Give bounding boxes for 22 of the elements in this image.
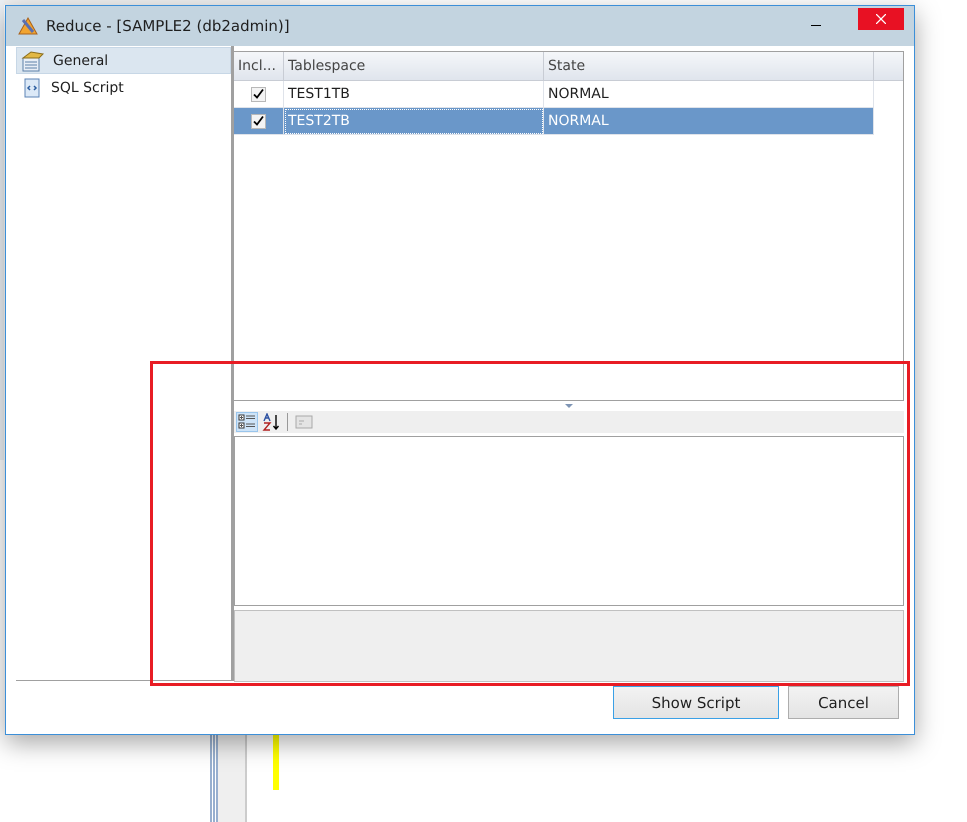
settings-page-icon	[21, 50, 45, 72]
table-cell: TEST2TB	[284, 108, 544, 135]
property-pages-icon	[295, 414, 313, 430]
minimize-icon	[811, 25, 821, 27]
checkbox[interactable]	[251, 114, 266, 128]
dialog-button[interactable]: Show Script	[613, 686, 779, 719]
column-header[interactable]: Tablespace	[284, 52, 544, 80]
toolbar-button[interactable]	[236, 412, 258, 432]
checkbox[interactable]	[251, 86, 266, 102]
window-title: Reduce - [SAMPLE2 (db2admin)]	[46, 17, 291, 35]
table-cell: NORMAL	[544, 108, 874, 135]
categorized-view-icon	[238, 414, 256, 430]
dialog-button[interactable]: Cancel	[788, 686, 899, 719]
page-list-item[interactable]: SQL Script	[16, 74, 231, 101]
toolbar-button[interactable]	[260, 412, 282, 432]
splitter-caret-icon[interactable]	[565, 404, 573, 408]
close-icon	[876, 14, 886, 24]
close-button[interactable]	[858, 8, 904, 30]
page-list-item[interactable]: General	[16, 47, 231, 74]
sort-az-icon	[262, 413, 280, 431]
column-header[interactable]: State	[544, 52, 874, 80]
column-header[interactable]: Incl...	[234, 52, 284, 80]
